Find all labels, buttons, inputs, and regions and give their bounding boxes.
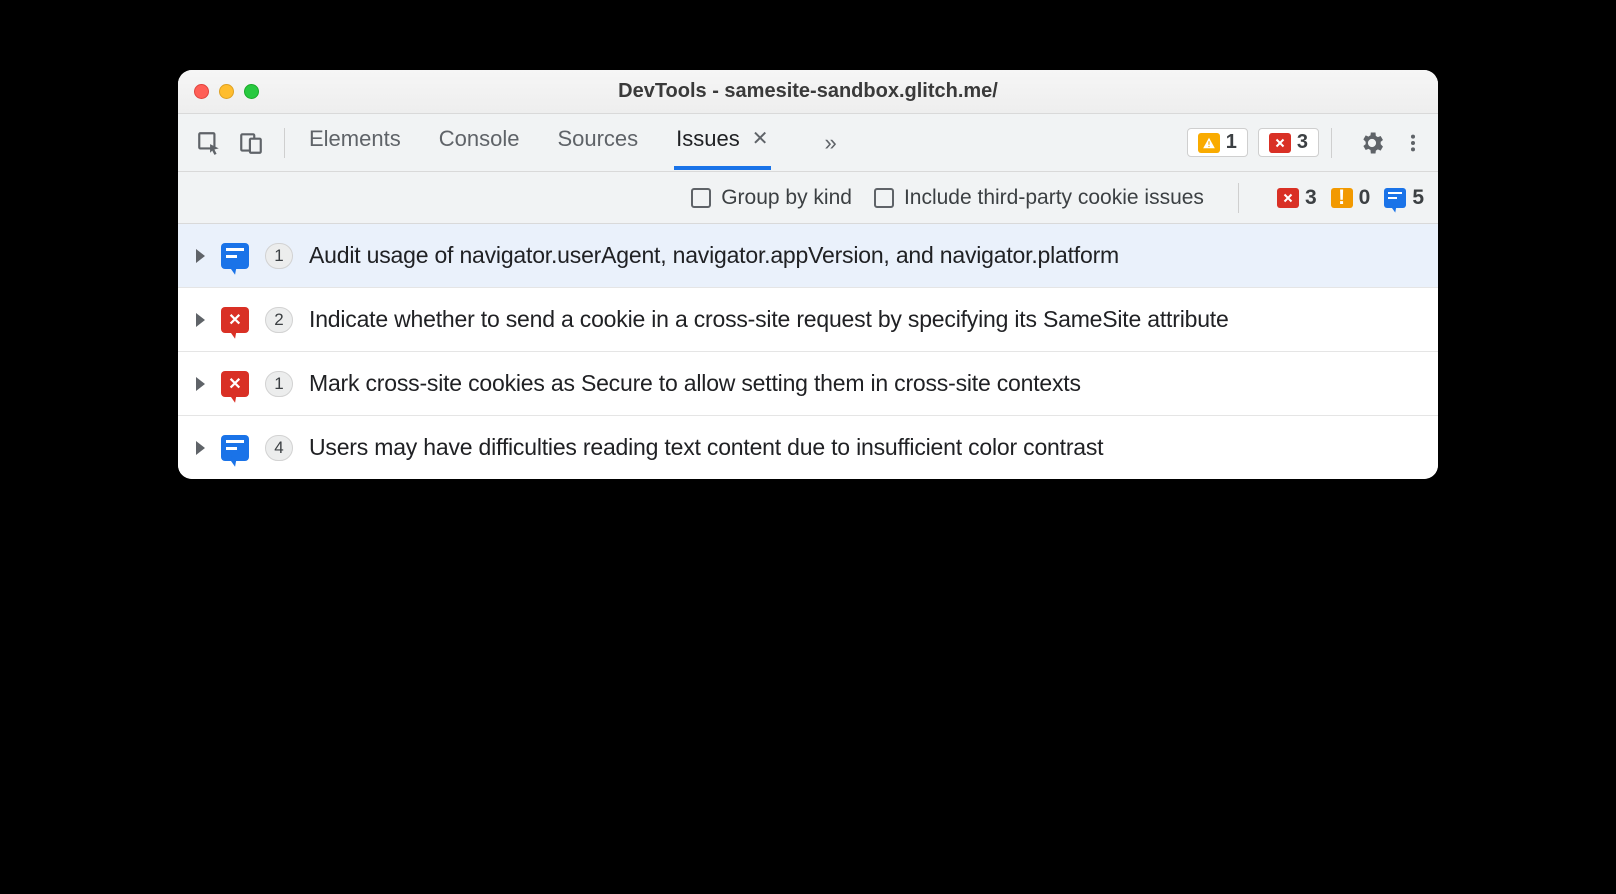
checkbox-label: Group by kind [721, 186, 852, 210]
expand-icon[interactable] [196, 377, 205, 391]
improvement-icon [1384, 188, 1406, 208]
count-value: 3 [1305, 186, 1317, 210]
filter-separator [1238, 183, 1239, 213]
inspect-element-icon[interactable] [192, 126, 226, 160]
issues-filter-bar: Group by kind Include third-party cookie… [178, 172, 1438, 224]
expand-icon[interactable] [196, 313, 205, 327]
count-value: 0 [1359, 186, 1371, 210]
error-icon [1269, 133, 1291, 153]
settings-button[interactable] [1358, 129, 1386, 157]
improvement-icon [221, 435, 249, 461]
issue-count-badge: 4 [265, 435, 293, 461]
errors-count: 3 [1297, 131, 1308, 154]
include-third-party-checkbox[interactable]: Include third-party cookie issues [874, 186, 1204, 210]
checkbox-icon [874, 188, 894, 208]
group-by-kind-checkbox[interactable]: Group by kind [691, 186, 852, 210]
toolbar-separator [1331, 128, 1332, 158]
checkbox-icon [691, 188, 711, 208]
issue-row[interactable]: ✕ 1 Mark cross-site cookies as Secure to… [178, 352, 1438, 416]
issue-title: Users may have difficulties reading text… [309, 432, 1420, 463]
devtools-toolbar: Elements Console Sources Issues ✕ » 1 [178, 114, 1438, 172]
close-tab-icon[interactable]: ✕ [752, 126, 769, 151]
tab-console[interactable]: Console [437, 116, 522, 170]
expand-icon[interactable] [196, 249, 205, 263]
warnings-button[interactable]: 1 [1187, 128, 1248, 157]
warnings-count: 1 [1226, 131, 1237, 154]
devtools-window: DevTools - samesite-sandbox.glitch.me/ E… [178, 70, 1438, 479]
issue-row[interactable]: 4 Users may have difficulties reading te… [178, 416, 1438, 479]
tab-label: Sources [557, 126, 638, 152]
issue-title: Mark cross-site cookies as Secure to all… [309, 368, 1420, 399]
checkbox-label: Include third-party cookie issues [904, 186, 1204, 210]
errors-button[interactable]: 3 [1258, 128, 1319, 157]
error-icon [1277, 188, 1299, 208]
window-titlebar: DevTools - samesite-sandbox.glitch.me/ [178, 70, 1438, 114]
expand-icon[interactable] [196, 441, 205, 455]
issues-list: 1 Audit usage of navigator.userAgent, na… [178, 224, 1438, 479]
count-value: 5 [1412, 186, 1424, 210]
tab-label: Issues [676, 126, 740, 152]
tab-elements[interactable]: Elements [307, 116, 403, 170]
errors-count-chip[interactable]: 3 [1277, 186, 1317, 210]
devtools-tabs: Elements Console Sources Issues ✕ » [307, 116, 837, 170]
issue-count-badge: 1 [265, 243, 293, 269]
window-zoom-button[interactable] [244, 84, 259, 99]
window-minimize-button[interactable] [219, 84, 234, 99]
breaking-change-icon: ! [1331, 188, 1353, 208]
toolbar-status-counts: 1 3 [1187, 128, 1319, 157]
error-icon: ✕ [221, 371, 249, 397]
issue-title: Audit usage of navigator.userAgent, navi… [309, 240, 1420, 271]
issue-count-badge: 2 [265, 307, 293, 333]
window-close-button[interactable] [194, 84, 209, 99]
tab-issues[interactable]: Issues ✕ [674, 116, 770, 170]
improvement-icon [221, 243, 249, 269]
tab-label: Elements [309, 126, 401, 152]
issue-title: Indicate whether to send a cookie in a c… [309, 304, 1420, 335]
window-controls [194, 84, 259, 99]
tab-sources[interactable]: Sources [555, 116, 640, 170]
issue-row[interactable]: 1 Audit usage of navigator.userAgent, na… [178, 224, 1438, 288]
issue-kind-counts: 3 ! 0 5 [1277, 186, 1424, 210]
more-tabs-button[interactable]: » [825, 130, 837, 156]
breaking-count-chip[interactable]: ! 0 [1331, 186, 1371, 210]
warning-icon [1198, 133, 1220, 153]
window-title: DevTools - samesite-sandbox.glitch.me/ [178, 80, 1438, 103]
error-icon: ✕ [221, 307, 249, 333]
device-toolbar-icon[interactable] [234, 126, 268, 160]
tab-label: Console [439, 126, 520, 152]
toolbar-separator [284, 128, 285, 158]
issue-row[interactable]: ✕ 2 Indicate whether to send a cookie in… [178, 288, 1438, 352]
issue-count-badge: 1 [265, 371, 293, 397]
info-count-chip[interactable]: 5 [1384, 186, 1424, 210]
more-options-button[interactable] [1402, 129, 1424, 157]
